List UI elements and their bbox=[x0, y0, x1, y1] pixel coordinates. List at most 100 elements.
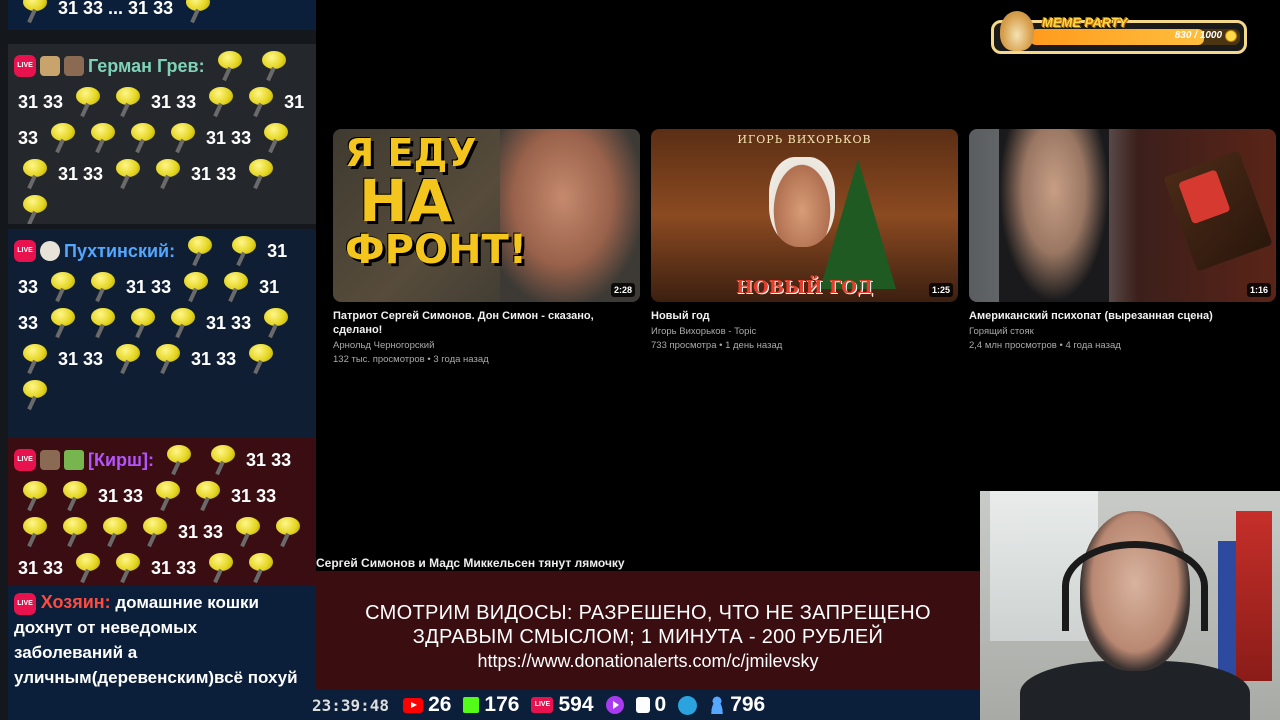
telegram-icon bbox=[678, 695, 698, 715]
emote-icon bbox=[168, 123, 196, 153]
emote-icon bbox=[113, 87, 141, 117]
emote-icon bbox=[73, 553, 101, 583]
stat-viewers: 796 bbox=[709, 693, 765, 717]
emote-icon bbox=[20, 344, 48, 374]
kick-icon bbox=[463, 697, 480, 713]
stat-rutube: 0 bbox=[635, 693, 667, 717]
coin-icon bbox=[1225, 30, 1237, 42]
donation-link[interactable]: https://www.donationalerts.com/c/jmilevs… bbox=[316, 649, 980, 673]
emote-icon bbox=[153, 344, 181, 374]
live-badge-icon: LIVE bbox=[14, 55, 36, 77]
video-card[interactable]: ИГОРЬ ВИХОРЬКОВ НОВЫЙ ГОД 1:25 Новый год… bbox=[651, 129, 958, 351]
chat-message: LIVE Пухтинский: 31 33 31 33 31 33 31 33 31… bbox=[8, 229, 316, 442]
chat-text: 31 33 bbox=[58, 164, 104, 184]
video-card[interactable]: Я ЕДУ НА ФРОНТ! 2:28 Патриот Сергей Симо… bbox=[333, 129, 640, 365]
chat-message: LIVE [Кирш]: 31 33 31 33 31 33 31 33 31 3… bbox=[8, 438, 316, 586]
chat-username[interactable]: [Кирш]: bbox=[88, 442, 154, 478]
video-thumbnail[interactable]: Я ЕДУ НА ФРОНТ! 2:28 bbox=[333, 129, 640, 302]
chat-message: LIVE Герман Грев: 31 33 31 33 31 33 31 33 3… bbox=[8, 44, 316, 224]
emote-icon bbox=[128, 123, 156, 153]
rutube-icon bbox=[635, 697, 650, 713]
rules-line-2: ЗДРАВЫМ СМЫСЛОМ; 1 МИНУТА - 200 РУБЛЕЙ bbox=[412, 626, 884, 648]
thumbnail-face bbox=[999, 129, 1109, 302]
emote-icon bbox=[153, 481, 181, 511]
video-channel[interactable]: Игорь Вихорьков - Topic bbox=[651, 326, 958, 337]
webcam-feed bbox=[980, 491, 1280, 720]
video-duration: 2:28 bbox=[610, 283, 635, 297]
video-card[interactable]: 1:16 Американский психопат (вырезанная с… bbox=[969, 129, 1276, 351]
video-thumbnail[interactable]: ИГОРЬ ВИХОРЬКОВ НОВЫЙ ГОД 1:25 bbox=[651, 129, 958, 302]
thumbnail-footer: НОВЫЙ ГОД bbox=[736, 277, 873, 298]
emote-icon bbox=[221, 272, 249, 302]
chat-text: 33 bbox=[18, 277, 39, 297]
chat-text: 31 33 bbox=[191, 164, 237, 184]
clock: 23:39:48 bbox=[312, 695, 390, 715]
stat-value: 26 bbox=[428, 693, 452, 716]
emote-icon bbox=[128, 308, 156, 338]
headphones-icon bbox=[1062, 541, 1208, 631]
chat-text: 31 33 bbox=[191, 349, 237, 369]
emote-row: 31 33 ... 31 33 bbox=[14, 0, 310, 26]
chat-text: 31 33 bbox=[151, 558, 197, 578]
live-badge-icon: LIVE bbox=[14, 449, 36, 471]
video-stats: 2,4 млн просмотров • 4 года назад bbox=[969, 340, 1121, 351]
emote-icon bbox=[20, 517, 48, 547]
emote-icon bbox=[246, 553, 274, 583]
chat-username[interactable]: Хозяин: bbox=[41, 592, 111, 612]
chat-text: 31 bbox=[284, 92, 305, 112]
emote-icon bbox=[88, 308, 116, 338]
emote-icon bbox=[261, 123, 289, 153]
video-title[interactable]: Патриот Сергей Симонов. Дон Симон - сказ… bbox=[333, 309, 640, 337]
video-thumbnail[interactable]: 1:16 bbox=[969, 129, 1276, 302]
avatar-badge-icon bbox=[64, 56, 84, 76]
chat-text: 31 33 bbox=[178, 522, 224, 542]
chat-username[interactable]: Пухтинский: bbox=[64, 233, 175, 269]
emote-icon bbox=[246, 87, 274, 117]
beer-badge-icon bbox=[40, 56, 60, 76]
chat-text: 31 33 bbox=[18, 558, 64, 578]
chat-text: 31 33 bbox=[206, 313, 252, 333]
emote-icon bbox=[168, 308, 196, 338]
emote-icon bbox=[73, 87, 101, 117]
puzzle-badge-icon bbox=[64, 450, 84, 470]
thumbnail-face bbox=[769, 157, 835, 247]
stat-value: 796 bbox=[730, 693, 766, 716]
emote-icon bbox=[206, 87, 234, 117]
emote-icon bbox=[113, 344, 141, 374]
live-badge-icon: LIVE bbox=[14, 592, 36, 615]
video-channel[interactable]: Горящий стояк bbox=[969, 326, 1276, 337]
video-title[interactable]: Новый год bbox=[651, 309, 958, 323]
emote-icon bbox=[193, 481, 221, 511]
live-badge-icon: LIVE bbox=[14, 240, 36, 262]
chat-text: 31 33 bbox=[18, 92, 64, 112]
meme-progress-text: 830 / 1000 bbox=[1174, 30, 1222, 41]
chat-text: 33 bbox=[18, 128, 39, 148]
emote-icon bbox=[164, 445, 192, 475]
chat-text: 31 33 bbox=[58, 349, 104, 369]
stat-vk-video bbox=[605, 696, 624, 714]
emote-icon bbox=[246, 159, 274, 189]
chat-text: 31 33 bbox=[98, 486, 144, 506]
chat-text: 31 33 bbox=[206, 128, 252, 148]
emote-icon bbox=[261, 308, 289, 338]
chat-text: 31 33 bbox=[246, 450, 292, 470]
emote-icon bbox=[153, 159, 181, 189]
chat-username[interactable]: Герман Грев: bbox=[88, 48, 205, 84]
chocolate-bar-shape bbox=[1163, 150, 1273, 272]
video-duration: 1:16 bbox=[1246, 283, 1271, 297]
stat-value: 0 bbox=[654, 693, 667, 716]
chat-partial-text: 31 33 ... 31 33 bbox=[58, 0, 174, 18]
chat-panel: 31 33 ... 31 33 LIVE Герман Грев: 31 33 3… bbox=[0, 0, 316, 720]
emote-icon bbox=[88, 272, 116, 302]
chat-text: 31 bbox=[267, 241, 288, 261]
stat-value: 594 bbox=[558, 693, 594, 716]
video-channel[interactable]: Арнольд Черногорский bbox=[333, 340, 640, 351]
emote-icon bbox=[233, 517, 261, 547]
emote-icon bbox=[20, 481, 48, 511]
emote-icon bbox=[60, 517, 88, 547]
video-title[interactable]: Американский психопат (вырезанная сцена) bbox=[969, 309, 1276, 323]
emote-icon bbox=[113, 553, 141, 583]
emote-icon bbox=[140, 517, 168, 547]
emote-icon bbox=[215, 51, 243, 81]
chat-text: 31 bbox=[259, 277, 280, 297]
